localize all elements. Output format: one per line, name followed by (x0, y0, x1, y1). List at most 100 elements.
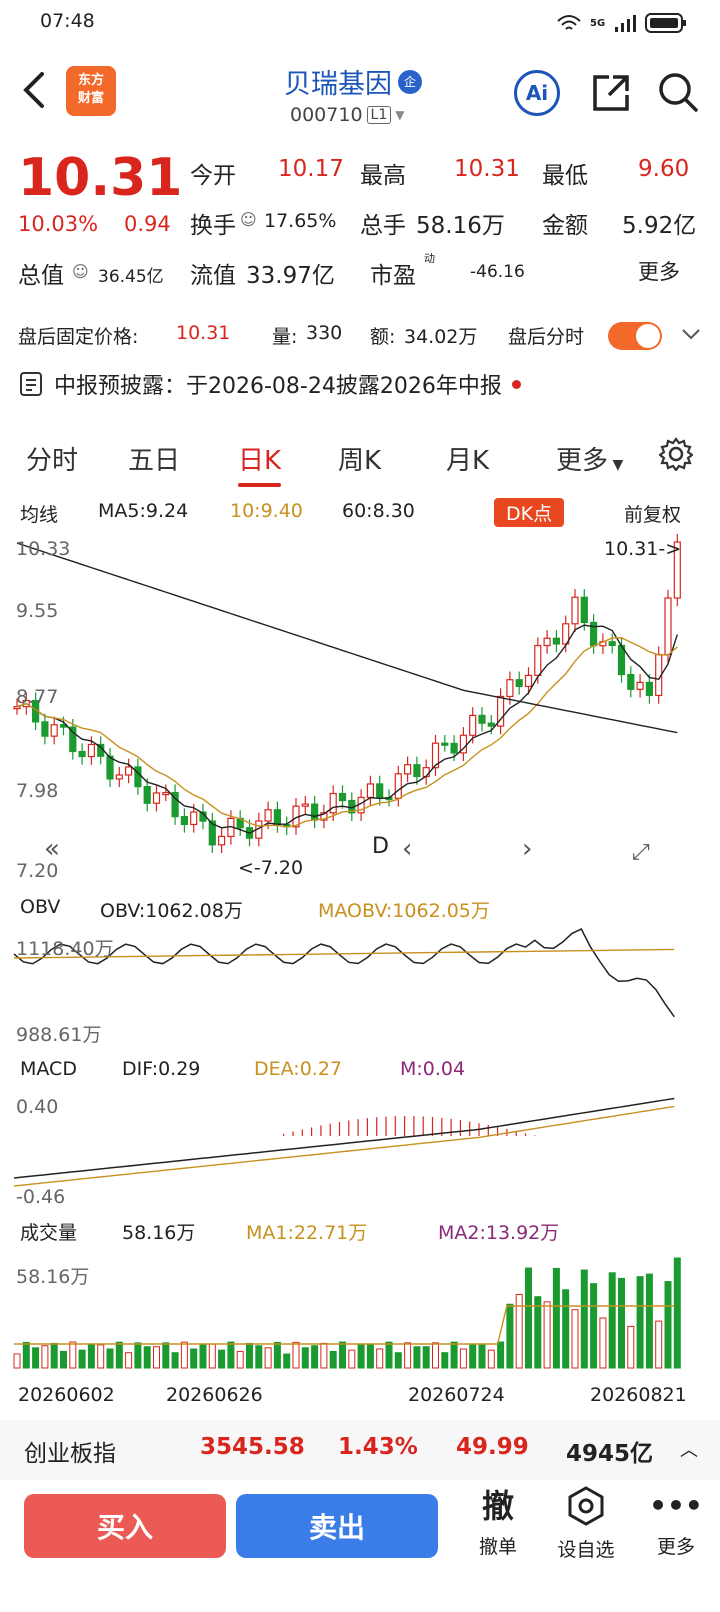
volume-bar (348, 1349, 356, 1369)
mktcap-info-icon: ☺ (72, 262, 89, 281)
d-marker: D (372, 834, 389, 859)
candle-body (552, 637, 561, 645)
dk-point-button[interactable]: DK点 (494, 498, 565, 527)
volume-bar (22, 1341, 30, 1369)
candle-body (301, 803, 309, 807)
volume-bar (339, 1341, 346, 1369)
more-label: 更多 (656, 1536, 695, 1558)
candle-body (50, 724, 58, 737)
kline-chart[interactable] (0, 528, 720, 888)
index-name: 创业板指 (24, 1441, 116, 1467)
high-label: 最高 (360, 163, 406, 189)
tab-five-day[interactable]: 五日 (128, 440, 180, 477)
vol-top: 58.16万 (16, 1266, 90, 1288)
y-axis-mid3: 7.98 (16, 780, 59, 802)
info-icon: ☺ (240, 210, 257, 229)
candle-body (366, 783, 374, 799)
candle-body (273, 809, 281, 826)
volume-bar (599, 1317, 607, 1369)
share-button[interactable] (588, 70, 634, 116)
cancel-order-button[interactable]: 撤 撤单 (458, 1486, 538, 1559)
volume-bar (180, 1341, 188, 1369)
volume-bar (41, 1345, 49, 1369)
ai-button[interactable]: Ai (514, 70, 560, 116)
notice-row[interactable]: 中报预披露：于2026-08-24披露2026年中报 (18, 368, 521, 400)
volume-label[interactable]: 成交量 (20, 1218, 77, 1245)
sell-button[interactable]: 卖出 (236, 1494, 438, 1558)
search-button[interactable] (654, 68, 702, 116)
expand-button[interactable] (676, 320, 706, 350)
add-watchlist-button[interactable]: 设自选 (546, 1486, 626, 1562)
tab-weekly-k[interactable]: 周K (338, 440, 381, 477)
mktcap-value: 36.45亿 (98, 267, 164, 287)
buy-button[interactable]: 买入 (24, 1494, 226, 1558)
index-expand-icon[interactable]: ︿ (680, 1436, 698, 1462)
volume-bar (497, 1341, 505, 1369)
chevron-left-icon (23, 72, 44, 108)
volume-bar (171, 1352, 179, 1369)
battery-icon (645, 13, 687, 33)
more-dots-icon: ••• (649, 1489, 703, 1522)
candle-body (162, 792, 170, 796)
last-price-marker: 10.31-> (604, 538, 682, 560)
scroll-left-icon[interactable]: « (44, 834, 60, 864)
candle-body (394, 773, 402, 799)
volume-bar (292, 1341, 300, 1369)
date-1: 20260602 (18, 1384, 115, 1406)
back-button[interactable] (14, 68, 54, 112)
m-value: M:0.04 (400, 1058, 466, 1080)
volume-bar (506, 1303, 514, 1369)
tab-monthly-k[interactable]: 月K (446, 440, 489, 477)
tab-intraday[interactable]: 分时 (26, 440, 78, 477)
dif-line (13, 1097, 675, 1179)
high-value: 10.31 (454, 156, 520, 182)
volume-bar (227, 1341, 235, 1369)
macd-bottom: -0.46 (16, 1186, 66, 1208)
volume-bar (478, 1343, 486, 1369)
date-3: 20260724 (408, 1384, 505, 1406)
amount-value: 5.92亿 (622, 213, 697, 239)
candle-body (106, 755, 114, 780)
volume-bar (459, 1348, 467, 1369)
stock-name: 贝瑞基因 (284, 69, 392, 100)
settings-button[interactable] (656, 434, 696, 474)
ai-label: Ai (525, 81, 549, 105)
volume-bar (13, 1353, 21, 1369)
amount-label: 金额 (542, 213, 588, 239)
candle-body (311, 803, 319, 821)
ma60-value: 60:8.30 (342, 500, 415, 522)
volume-bar (320, 1342, 328, 1369)
tab-daily-k[interactable]: 日K (238, 440, 282, 487)
after-hours-toggle[interactable] (608, 322, 662, 350)
candle-body (506, 679, 514, 698)
more-menu-button[interactable]: ••• 更多 (636, 1486, 716, 1559)
wifi-icon (557, 15, 581, 30)
ma-label[interactable]: 均线 (20, 500, 58, 527)
fullscreen-icon[interactable]: ⤢ (632, 840, 650, 865)
float-value: 33.97亿 (246, 263, 335, 289)
more-quote-link[interactable]: 更多 (638, 256, 680, 286)
stock-code-row[interactable]: 000710 L1 ▼ (290, 104, 404, 126)
volume-bar (264, 1347, 272, 1369)
index-change: 49.99 (456, 1434, 529, 1460)
after-hours-label: 盘后固定价格: (18, 326, 139, 348)
logo-line2: 财富 (77, 91, 104, 106)
unread-dot (511, 379, 521, 389)
dea-value: DEA:0.27 (254, 1058, 343, 1080)
volume-bar (283, 1353, 291, 1369)
candle-body (487, 722, 495, 727)
pe-label: 市盈 (370, 263, 416, 289)
company-badge: 企 (398, 69, 422, 94)
volume-bar (627, 1325, 635, 1369)
volume-bar (162, 1342, 170, 1369)
candle-body (41, 721, 49, 737)
y-axis-top: 10.33 (16, 538, 71, 560)
adjust-selector[interactable]: 前复权 (624, 500, 681, 527)
macd-label[interactable]: MACD (20, 1058, 77, 1080)
next-arrow-icon[interactable]: › (522, 834, 532, 864)
obv-label[interactable]: OBV (20, 896, 60, 918)
tab-more[interactable]: 更多 ▼ (556, 440, 623, 477)
prev-arrow-icon[interactable]: ‹ (402, 834, 412, 864)
dea-line (13, 1105, 675, 1187)
stock-title[interactable]: 贝瑞基因 企 (284, 62, 422, 101)
